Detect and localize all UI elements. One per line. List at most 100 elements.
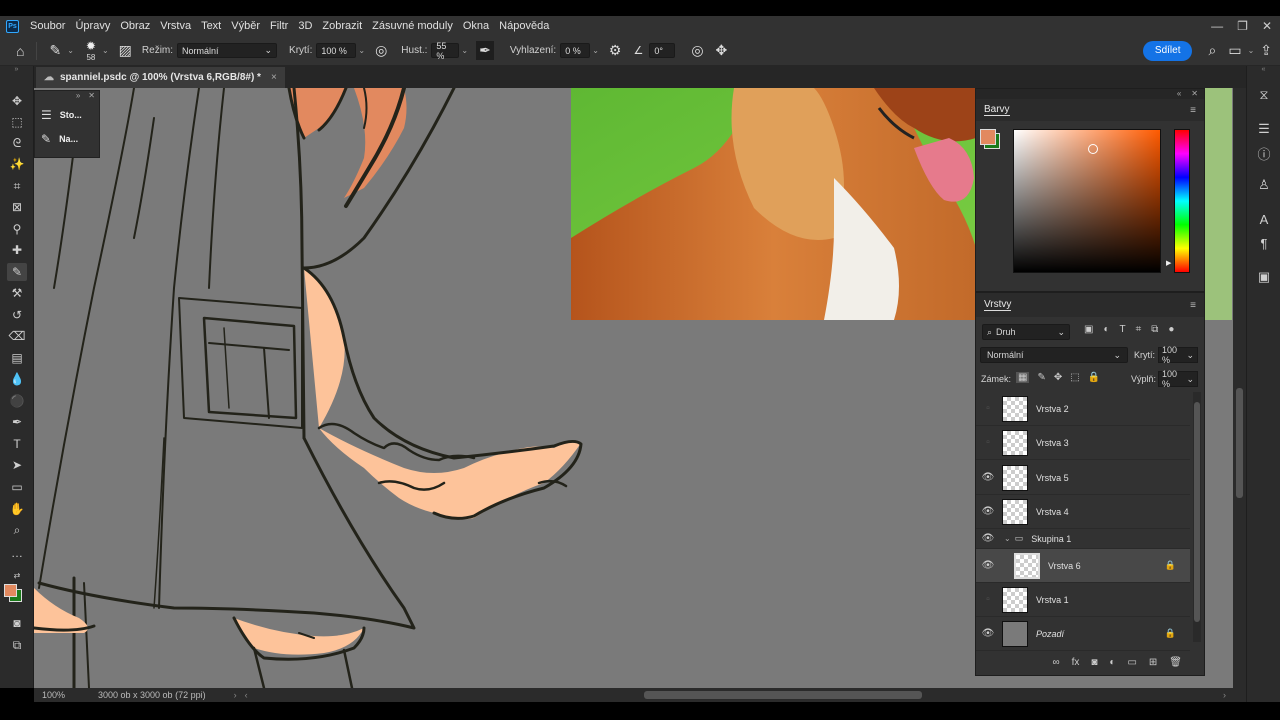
airbrush-icon[interactable]: ✒ <box>476 41 494 60</box>
layer-row[interactable]: 👁 Pozadí 🔒 <box>976 617 1190 651</box>
brush-settings-icon[interactable]: ▨ <box>119 42 132 59</box>
paragraph-icon[interactable]: ¶ <box>1255 234 1273 252</box>
menu-soubor[interactable]: Soubor <box>25 20 70 32</box>
layer-row-selected[interactable]: 👁 Vrstva 6 🔒 <box>976 549 1190 583</box>
lock-artboard-icon[interactable]: ⬚ <box>1070 372 1079 383</box>
layers-tab[interactable]: Vrstvy <box>984 299 1012 311</box>
type-tool-icon[interactable]: T <box>7 435 27 453</box>
fg-swatch[interactable] <box>980 129 996 145</box>
visibility-off-icon[interactable]: ▫ <box>978 594 998 605</box>
collapse-panel-icon[interactable]: « <box>1177 89 1181 99</box>
libraries-icon[interactable]: ▣ <box>1255 268 1273 286</box>
layer-opacity-input[interactable]: 100 % ⌄ <box>1158 345 1198 365</box>
clone-stamp-tool-icon[interactable]: ⚒ <box>7 284 27 302</box>
filter-smart-object-icon[interactable]: ⧉ <box>1151 324 1158 335</box>
panel-item-stopy[interactable]: ☰ Sto... <box>35 103 99 127</box>
expand-panels-icon[interactable]: » <box>76 91 80 103</box>
link-layers-icon[interactable]: ∞ <box>1052 657 1059 668</box>
color-picker-cursor[interactable] <box>1088 144 1098 154</box>
panel-menu-icon[interactable]: ≡ <box>1190 105 1196 116</box>
lock-transparency-icon[interactable]: ▦ <box>1016 372 1030 383</box>
hue-slider-handle-icon[interactable]: ▶ <box>1166 259 1171 267</box>
close-window-button[interactable]: ✕ <box>1262 19 1272 33</box>
layer-row[interactable]: 👁 Vrstva 4 <box>976 495 1190 529</box>
healing-brush-tool-icon[interactable]: ✚ <box>7 241 27 259</box>
zoom-level[interactable]: 100% <box>42 690 98 700</box>
menu-zasuvne-moduly[interactable]: Zásuvné moduly <box>367 20 458 32</box>
adjustments-icon[interactable]: ☰ <box>1255 120 1273 138</box>
clone-source-icon[interactable]: ♙ <box>1255 176 1273 194</box>
minimize-button[interactable]: — <box>1211 19 1223 33</box>
group-row[interactable]: 👁 ⌄ ▭ Skupina 1 <box>976 529 1190 549</box>
crop-tool-icon[interactable]: ⌗ <box>7 177 27 195</box>
menu-upravy[interactable]: Úpravy <box>70 20 115 32</box>
trash-icon[interactable]: 🗑 <box>1169 657 1182 668</box>
smoothing-chevron-icon[interactable]: ⌄ <box>592 46 599 55</box>
visibility-off-icon[interactable]: ▫ <box>978 437 998 448</box>
close-panel-icon[interactable]: ✕ <box>88 91 95 103</box>
quick-mask-icon[interactable]: ◙ <box>7 614 27 632</box>
character-icon[interactable]: A <box>1255 210 1273 228</box>
home-icon[interactable]: ⌂ <box>16 43 24 59</box>
screen-mode-icon[interactable]: ⧉ <box>7 636 27 654</box>
fx-icon[interactable]: fx <box>1072 657 1080 668</box>
search-icon[interactable]: ⌕ <box>1208 42 1216 59</box>
layer-row[interactable]: ▫ Vrstva 2 <box>976 392 1190 426</box>
lasso-tool-icon[interactable]: ᘓ <box>7 134 27 152</box>
pressure-size-icon[interactable]: ◎ <box>691 42 703 59</box>
zoom-tool-icon[interactable]: ⌕ <box>7 521 27 539</box>
eye-icon[interactable]: 👁 <box>978 628 998 639</box>
brush-tool-icon[interactable]: ✎ <box>49 42 61 59</box>
pressure-opacity-icon[interactable]: ◎ <box>375 42 387 59</box>
layer-filter-select[interactable]: ⌕ Druh ⌄ <box>982 324 1070 340</box>
eye-icon[interactable]: 👁 <box>978 506 998 517</box>
frame-tool-icon[interactable]: ⊠ <box>7 198 27 216</box>
eraser-tool-icon[interactable]: ⌫ <box>7 327 27 345</box>
add-mask-icon[interactable]: ◙ <box>1091 657 1097 668</box>
colors-tab[interactable]: Barvy <box>984 104 1010 116</box>
filter-type-icon[interactable]: T <box>1120 324 1126 335</box>
menu-vrstva[interactable]: Vrstva <box>155 20 196 32</box>
panel-item-nastroje[interactable]: ✎ Na... <box>35 127 99 151</box>
flow-input[interactable]: 55 % <box>431 41 460 61</box>
eyedropper-tool-icon[interactable]: ⚲ <box>7 220 27 238</box>
filter-pixel-icon[interactable]: ▣ <box>1084 324 1093 335</box>
workspace-chevron-icon[interactable]: ⌄ <box>1248 46 1255 55</box>
menu-text[interactable]: Text <box>196 20 226 32</box>
document-tab[interactable]: ☁ spanniel.psdc @ 100% (Vrstva 6,RGB/8#)… <box>36 67 285 88</box>
menu-obraz[interactable]: Obraz <box>115 20 155 32</box>
horizontal-scrollbar[interactable] <box>644 691 922 699</box>
flow-chevron-icon[interactable]: ⌄ <box>461 46 468 55</box>
strip-collapse-icon[interactable]: « <box>1247 66 1280 76</box>
magic-wand-tool-icon[interactable]: ✨ <box>7 155 27 173</box>
restore-button[interactable]: ❐ <box>1237 19 1248 33</box>
pen-tool-icon[interactable]: ✒ <box>7 413 27 431</box>
smoothing-input[interactable]: 0 % <box>560 43 591 58</box>
eye-icon[interactable]: 👁 <box>978 472 998 483</box>
close-panel-icon[interactable]: ✕ <box>1191 89 1198 99</box>
blur-tool-icon[interactable]: 💧 <box>7 370 27 388</box>
opacity-input[interactable]: 100 % <box>316 43 357 58</box>
workspace-icon[interactable]: ▭ <box>1228 42 1241 59</box>
share-button[interactable]: Sdílet <box>1142 40 1193 61</box>
menu-filtr[interactable]: Filtr <box>265 20 293 32</box>
layer-row[interactable]: 👁 Vrstva 5 <box>976 461 1190 495</box>
tool-preset-chevron-icon[interactable]: ⌄ <box>67 46 74 55</box>
eye-icon[interactable]: 👁 <box>978 533 998 544</box>
gradient-tool-icon[interactable]: ▤ <box>7 349 27 367</box>
layer-row[interactable]: ▫ Vrstva 3 <box>976 426 1190 460</box>
new-layer-icon[interactable]: ⊞ <box>1149 657 1157 668</box>
lock-image-icon[interactable]: ✎ <box>1037 372 1045 383</box>
filter-shape-icon[interactable]: ⌗ <box>1136 324 1142 335</box>
share-export-icon[interactable]: ⇪ <box>1260 42 1272 59</box>
brush-size-chevron-icon[interactable]: ⌄ <box>102 46 109 55</box>
menu-vyber[interactable]: Výběr <box>226 20 265 32</box>
menu-zobrazit[interactable]: Zobrazit <box>317 20 367 32</box>
symmetry-butterfly-icon[interactable]: ✥ <box>716 42 728 59</box>
color-field[interactable] <box>1013 129 1161 273</box>
history-brush-tool-icon[interactable]: ↺ <box>7 306 27 324</box>
panel-menu-icon[interactable]: ≡ <box>1190 300 1196 311</box>
toolbar-collapse-icon[interactable]: » <box>0 66 33 76</box>
menu-3d[interactable]: 3D <box>293 20 317 32</box>
vertical-scrollbar[interactable] <box>1236 388 1243 498</box>
